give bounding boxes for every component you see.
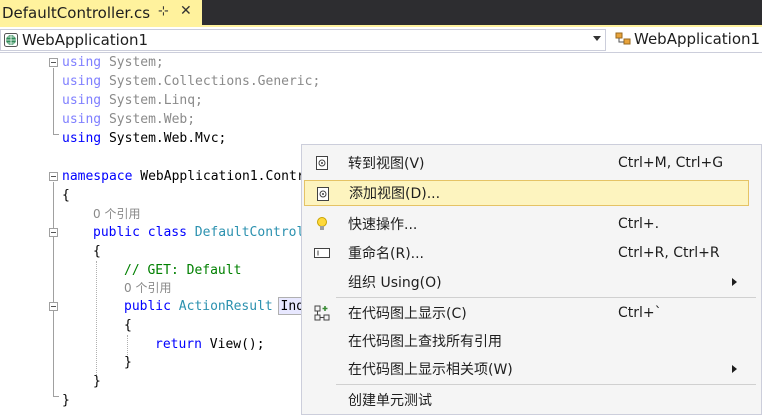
code-line: {	[124, 318, 132, 333]
menu-item-organize-usings[interactable]: 组织 Using(O)	[304, 269, 749, 295]
pin-icon[interactable]: ⊹	[158, 4, 169, 19]
code-map-icon	[314, 305, 330, 321]
chevron-right-icon	[732, 278, 737, 286]
fold-guide	[53, 182, 54, 396]
class-dropdown[interactable]: WebApplication1	[612, 29, 762, 49]
code-line: using System.Web.Mvc;	[62, 131, 227, 146]
menu-item-add-view[interactable]: 添加视图(D)...	[304, 180, 749, 206]
navigation-bar: WebApplication1 WebApplication1	[0, 27, 762, 53]
collapse-icon[interactable]	[49, 228, 58, 237]
rename-icon	[314, 248, 330, 258]
menu-item-show-on-code-map[interactable]: 在代码图上显示(C) Ctrl+`	[304, 300, 749, 326]
code-line: public class DefaultControl	[93, 225, 305, 240]
code-line: }	[62, 393, 70, 408]
document-tab-bar: DefaultController.cs ⊹ ✕	[0, 0, 762, 25]
menu-item-create-unit-tests[interactable]: 创建单元测试	[304, 387, 749, 413]
collapse-icon[interactable]	[49, 302, 58, 311]
context-menu: 转到视图(V) Ctrl+M, Ctrl+G 添加视图(D)... 快速操作..…	[301, 144, 762, 415]
class-icon	[615, 32, 631, 45]
close-icon[interactable]: ✕	[180, 3, 192, 19]
code-lens-references[interactable]: 0 个引用	[124, 279, 171, 298]
globe-icon	[4, 33, 18, 47]
code-line: }	[93, 374, 101, 389]
menu-item-show-related-code-map[interactable]: 在代码图上显示相关项(W)	[304, 356, 749, 382]
project-name: WebApplication1	[22, 31, 149, 49]
code-line: }	[124, 355, 132, 370]
code-line: {	[93, 244, 101, 259]
view-icon	[316, 156, 328, 170]
fold-guide	[53, 68, 54, 134]
code-line: using System;	[62, 55, 164, 70]
class-name: WebApplication1	[634, 30, 761, 48]
code-lens-references[interactable]: 0 个引用	[93, 205, 140, 224]
chevron-right-icon	[732, 365, 737, 373]
collapse-icon[interactable]	[49, 58, 58, 67]
project-dropdown[interactable]: WebApplication1	[0, 29, 606, 51]
code-line: return View();	[155, 337, 265, 352]
fold-guide-end	[53, 134, 59, 135]
code-line: using System.Collections.Generic;	[62, 74, 321, 89]
collapse-icon[interactable]	[49, 172, 58, 181]
fold-guide-end	[53, 396, 59, 397]
add-view-icon	[317, 187, 329, 201]
code-line: {	[62, 188, 70, 203]
menu-item-rename[interactable]: 重命名(R)... Ctrl+R, Ctrl+R	[304, 240, 749, 266]
menu-item-go-to-view[interactable]: 转到视图(V) Ctrl+M, Ctrl+G	[304, 150, 749, 176]
document-tab[interactable]: DefaultController.cs ⊹ ✕	[0, 0, 202, 25]
menu-item-find-all-references-code-map[interactable]: 在代码图上查找所有引用	[304, 328, 749, 354]
code-line: public ActionResult Ind	[124, 299, 305, 314]
tab-filename: DefaultController.cs	[2, 3, 151, 22]
lightbulb-icon	[317, 217, 327, 230]
code-line: using System.Linq;	[62, 93, 203, 108]
menu-separator	[336, 297, 756, 298]
chevron-down-icon[interactable]	[593, 36, 601, 41]
code-line: // GET: Default	[124, 263, 242, 278]
menu-separator	[336, 384, 756, 385]
indent-guide	[96, 261, 97, 377]
code-line: namespace WebApplication1.Contr	[62, 169, 305, 184]
code-line: using System.Web;	[62, 112, 196, 127]
menu-item-quick-actions[interactable]: 快速操作... Ctrl+.	[304, 211, 749, 237]
